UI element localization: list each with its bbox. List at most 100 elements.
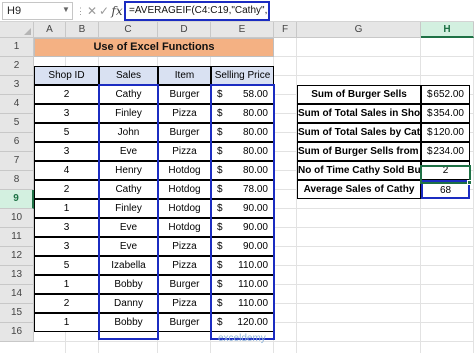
item-cell[interactable]: Burger [158, 313, 211, 332]
cancel-icon[interactable]: ✕ [86, 3, 98, 19]
row-header-10[interactable]: 10 [0, 209, 34, 228]
currency-symbol: $ [217, 184, 223, 195]
item-cell[interactable]: Hotdog [158, 180, 211, 199]
price-value: 110.00 [238, 260, 268, 271]
shop-id-cell[interactable]: 5 [34, 256, 99, 275]
header-shop-id: Shop ID [34, 66, 99, 85]
sales-person-cell[interactable]: Bobby [99, 275, 158, 294]
shop-id-cell[interactable]: 2 [34, 294, 99, 313]
summary-value[interactable]: $234.00 [421, 142, 470, 161]
sales-person-cell[interactable]: Eve [99, 237, 158, 256]
column-header-b[interactable]: B [66, 22, 99, 38]
column-header-d[interactable]: D [158, 22, 211, 38]
shop-id-cell[interactable]: 2 [34, 180, 99, 199]
item-cell[interactable]: Hotdog [158, 218, 211, 237]
sales-person-cell[interactable]: Eve [99, 142, 158, 161]
item-cell[interactable]: Pizza [158, 294, 211, 313]
row-header-1[interactable]: 1 [0, 38, 34, 57]
sales-person-cell[interactable]: Cathy [99, 85, 158, 104]
selling-price-cell[interactable]: $80.00 [211, 104, 274, 123]
shop-id-cell[interactable]: 3 [34, 218, 99, 237]
row-header-5[interactable]: 5 [0, 114, 34, 133]
row-header-6[interactable]: 6 [0, 133, 34, 152]
sales-person-cell[interactable]: Eve [99, 218, 158, 237]
row-header-9[interactable]: 9 [0, 190, 34, 209]
shop-id-cell[interactable]: 1 [34, 275, 99, 294]
selling-price-cell[interactable]: $80.00 [211, 142, 274, 161]
shop-id-cell[interactable]: 3 [34, 104, 99, 123]
currency-symbol: $ [217, 146, 223, 157]
row-header-14[interactable]: 14 [0, 285, 34, 304]
watermark: exceldemy [218, 333, 266, 344]
selling-price-cell[interactable]: $78.00 [211, 180, 274, 199]
item-cell[interactable]: Pizza [158, 104, 211, 123]
selling-price-cell[interactable]: $110.00 [211, 294, 274, 313]
column-header-g[interactable]: G [297, 22, 421, 38]
fill-handle[interactable] [467, 180, 472, 185]
sales-person-cell[interactable]: John [99, 123, 158, 142]
shop-id-cell[interactable]: 1 [34, 313, 99, 332]
row-header-16[interactable]: 16 [0, 323, 34, 342]
shop-id-cell[interactable]: 3 [34, 142, 99, 161]
selling-price-cell[interactable]: $90.00 [211, 237, 274, 256]
shop-id-cell[interactable]: 2 [34, 85, 99, 104]
shop-id-cell[interactable]: 4 [34, 161, 99, 180]
column-header-f[interactable]: F [274, 22, 297, 38]
row-header-2[interactable]: 2 [0, 57, 34, 76]
price-value: 90.00 [242, 203, 268, 214]
row-header-13[interactable]: 13 [0, 266, 34, 285]
item-cell[interactable]: Pizza [158, 256, 211, 275]
selling-price-cell[interactable]: $80.00 [211, 123, 274, 142]
formula-input[interactable]: =AVERAGEIF(C4:C19,"Cathy",E4:E19) [124, 1, 270, 21]
item-cell[interactable]: Pizza [158, 142, 211, 161]
currency-symbol: $ [217, 222, 223, 233]
selling-price-cell[interactable]: $110.00 [211, 275, 274, 294]
sales-person-cell[interactable]: Danny [99, 294, 158, 313]
sales-person-cell[interactable]: Bobby [99, 313, 158, 332]
currency-symbol: $ [427, 146, 433, 157]
select-all-corner[interactable] [0, 22, 34, 38]
sales-person-cell[interactable]: Cathy [99, 180, 158, 199]
row-header-11[interactable]: 11 [0, 228, 34, 247]
column-header-e[interactable]: E [211, 22, 274, 38]
selling-price-cell[interactable]: $120.00 [211, 313, 274, 332]
item-cell[interactable]: Burger [158, 275, 211, 294]
selling-price-cell[interactable]: $80.00 [211, 161, 274, 180]
selling-price-cell[interactable]: $58.00 [211, 85, 274, 104]
row-header-3[interactable]: 3 [0, 76, 34, 95]
active-cell-h9[interactable] [420, 165, 471, 184]
column-header-h[interactable]: H [421, 22, 474, 38]
item-cell[interactable]: Burger [158, 123, 211, 142]
enter-icon[interactable]: ✓ [98, 3, 110, 19]
summary-label: Sum of Burger Sells [297, 85, 421, 104]
selling-price-cell[interactable]: $90.00 [211, 199, 274, 218]
shop-id-cell[interactable]: 5 [34, 123, 99, 142]
item-cell[interactable]: Pizza [158, 237, 211, 256]
sales-person-cell[interactable]: Henry [99, 161, 158, 180]
price-value: 80.00 [242, 146, 268, 157]
column-header-a[interactable]: A [34, 22, 66, 38]
selling-price-cell[interactable]: $90.00 [211, 218, 274, 237]
item-cell[interactable]: Hotdog [158, 199, 211, 218]
row-header-4[interactable]: 4 [0, 95, 34, 114]
row-header-8[interactable]: 8 [0, 171, 34, 190]
summary-value[interactable]: $652.00 [421, 85, 470, 104]
more-options-icon[interactable]: ⋮ [76, 5, 85, 17]
chevron-down-icon[interactable]: ▼ [62, 4, 70, 16]
insert-function-icon[interactable]: fx [110, 3, 124, 19]
currency-symbol: $ [217, 108, 223, 119]
summary-value[interactable]: $354.00 [421, 104, 470, 123]
row-header-7[interactable]: 7 [0, 152, 34, 171]
item-cell[interactable]: Hotdog [158, 161, 211, 180]
column-header-c[interactable]: C [99, 22, 158, 38]
selling-price-cell[interactable]: $110.00 [211, 256, 274, 275]
sales-person-cell[interactable]: Finley [99, 104, 158, 123]
shop-id-cell[interactable]: 1 [34, 199, 99, 218]
shop-id-cell[interactable]: 3 [34, 237, 99, 256]
sales-person-cell[interactable]: Finley [99, 199, 158, 218]
row-header-12[interactable]: 12 [0, 247, 34, 266]
sales-person-cell[interactable]: Izabella [99, 256, 158, 275]
item-cell[interactable]: Burger [158, 85, 211, 104]
summary-value[interactable]: $120.00 [421, 123, 470, 142]
row-header-15[interactable]: 15 [0, 304, 34, 323]
